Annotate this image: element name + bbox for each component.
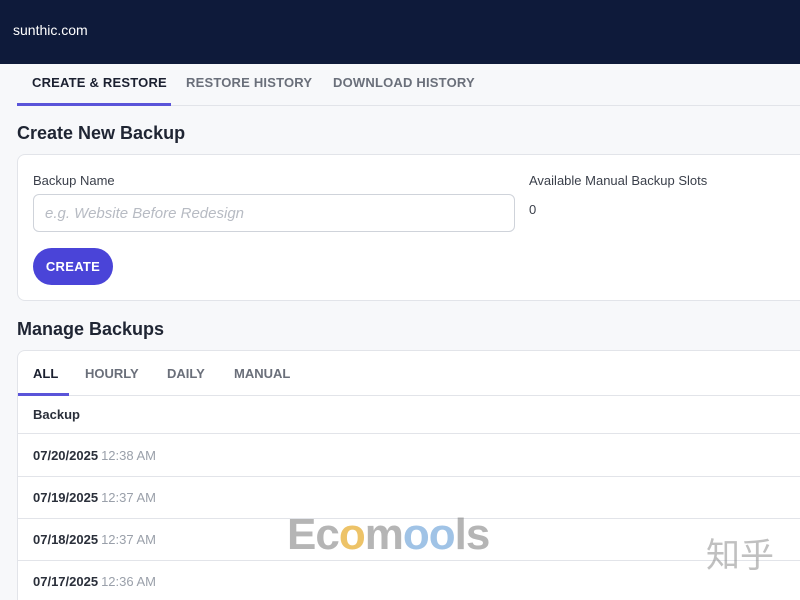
- backup-time: 12:38 AM: [101, 448, 157, 463]
- backup-time: 12:37 AM: [101, 490, 157, 505]
- backup-name-label: Backup Name: [33, 173, 115, 188]
- backup-time: 12:37 AM: [101, 532, 157, 547]
- table-header: Backup: [18, 396, 800, 434]
- tab-hourly[interactable]: HOURLY: [85, 366, 139, 381]
- table-row[interactable]: 07/20/2025 12:38 AM: [18, 435, 800, 477]
- backup-time: 12:36 AM: [101, 574, 157, 589]
- site-name[interactable]: sunthic.com: [13, 22, 88, 38]
- tab-download-history[interactable]: DOWNLOAD HISTORY: [333, 75, 475, 90]
- backup-filter-tabs: ALL HOURLY DAILY MANUAL: [18, 351, 800, 396]
- table-row[interactable]: 07/17/2025 12:36 AM: [18, 561, 800, 600]
- backup-date: 07/19/2025 12:37 AM: [33, 490, 157, 505]
- watermark-zhihu: 知乎: [706, 536, 774, 576]
- tab-all[interactable]: ALL: [33, 366, 58, 381]
- backup-date: 07/18/2025 12:37 AM: [33, 532, 157, 547]
- tab-daily[interactable]: DAILY: [167, 366, 205, 381]
- create-backup-card: Backup Name Available Manual Backup Slot…: [17, 154, 800, 301]
- column-header-backup: Backup: [33, 407, 80, 422]
- main-tab-bar: CREATE & RESTORE RESTORE HISTORY DOWNLOA…: [17, 64, 800, 106]
- tab-create-restore[interactable]: CREATE & RESTORE: [32, 75, 167, 90]
- watermark-logo: Ecomools: [287, 510, 490, 559]
- backup-date: 07/17/2025 12:36 AM: [33, 574, 157, 589]
- backup-date: 07/20/2025 12:38 AM: [33, 448, 157, 463]
- manage-backups-card: ALL HOURLY DAILY MANUAL Backup 07/20/202…: [17, 350, 800, 600]
- backup-slots-label: Available Manual Backup Slots: [529, 173, 708, 188]
- create-button[interactable]: CREATE: [33, 248, 113, 285]
- create-backup-title: Create New Backup: [17, 123, 186, 143]
- top-bar: sunthic.com: [0, 0, 800, 64]
- backup-name-input[interactable]: [33, 194, 515, 232]
- tab-restore-history[interactable]: RESTORE HISTORY: [186, 75, 312, 90]
- backup-slots-value: 0: [529, 202, 537, 217]
- active-tab-indicator: [17, 103, 171, 106]
- manage-backups-title: Manage Backups: [17, 319, 165, 339]
- tab-manual[interactable]: MANUAL: [234, 366, 290, 381]
